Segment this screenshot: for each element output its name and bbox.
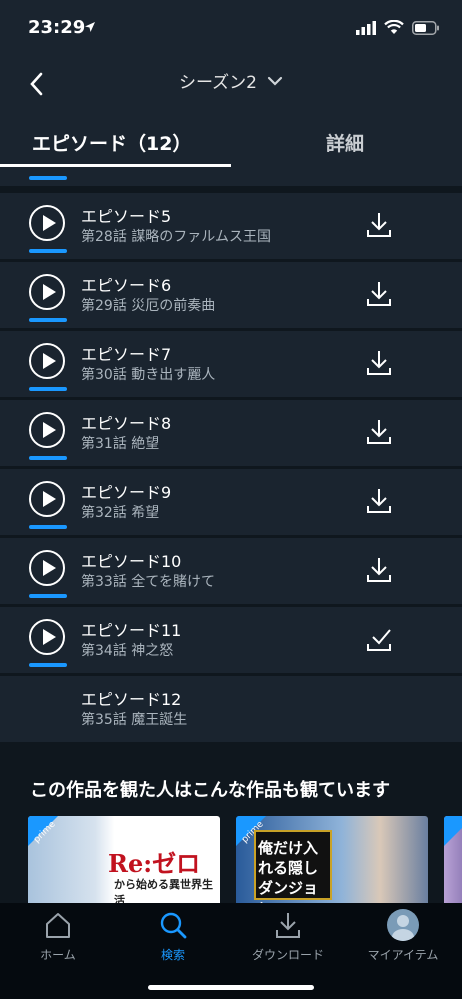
episode-subtitle: 第35話 魔王誕生 [81, 712, 188, 728]
avatar [387, 909, 419, 941]
episode-row-partial[interactable] [0, 168, 462, 186]
season-label: シーズン2 [179, 73, 257, 93]
episode-title: エピソード7 [81, 345, 172, 364]
tab-bar-top: エピソード（12） 詳細 [0, 118, 462, 168]
header: シーズン2 エピソード（12） 詳細 [0, 60, 462, 168]
episode-row[interactable]: エピソード12 第35話 魔王誕生 [0, 676, 462, 742]
home-indicator [148, 985, 314, 990]
tab-search[interactable]: 検索 [128, 908, 218, 963]
tab-home[interactable]: ホーム [13, 908, 103, 963]
progress-bar [29, 456, 67, 460]
play-icon[interactable] [29, 274, 65, 310]
episode-title: エピソード9 [81, 483, 172, 502]
play-icon[interactable] [29, 205, 65, 241]
recommendation-card[interactable]: prime 俺だけ入れる隠しダンジョン [236, 816, 428, 906]
tab-my-items[interactable]: マイアイテム [358, 908, 448, 963]
tab-active-indicator [0, 164, 231, 167]
wifi-icon [384, 20, 404, 34]
status-bar: 23:29 [0, 0, 462, 60]
play-icon[interactable] [29, 343, 65, 379]
episode-list[interactable]: エピソード5 第28話 謀略のファルムス王国 エピソード6 第29話 災厄の前奏… [0, 168, 462, 743]
progress-bar [29, 525, 67, 529]
season-selector[interactable]: シーズン2 [0, 68, 462, 93]
recommendation-card-partial[interactable] [444, 816, 462, 906]
battery-icon [412, 20, 439, 35]
episode-subtitle: 第32話 希望 [81, 505, 160, 521]
card-logo: Re:ゼロ [108, 849, 201, 878]
tab-label: 検索 [160, 948, 185, 962]
bottom-tab-bar: ホーム 検索 ダウンロード マイアイテム [0, 903, 462, 999]
episode-subtitle: 第28話 謀略のファルムス王国 [81, 229, 271, 245]
tab-download[interactable]: ダウンロード [243, 908, 333, 963]
download-icon[interactable] [364, 555, 394, 585]
status-time: 23:29 [28, 17, 86, 38]
episode-row[interactable]: エピソード9 第32話 希望 [0, 469, 462, 535]
episode-row[interactable]: エピソード11 第34話 神之怒 [0, 607, 462, 673]
play-icon[interactable] [29, 619, 65, 655]
recommendation-card[interactable]: prime Re:ゼロ から始める異世界生活 [28, 816, 220, 906]
download-icon[interactable] [364, 417, 394, 447]
recommendations-section: この作品を観た人はこんな作品も観ています prime Re:ゼロ から始める異世… [0, 743, 462, 906]
tab-label: ダウンロード [251, 948, 324, 962]
progress-bar [29, 249, 67, 253]
download-icon[interactable] [364, 210, 394, 240]
cellular-signal-icon [356, 20, 376, 35]
location-arrow-icon [85, 22, 95, 32]
card-subtitle: から始める異世界生活 [114, 878, 213, 906]
recommendations-title: この作品を観た人はこんな作品も観ています [30, 780, 390, 801]
play-icon[interactable] [29, 550, 65, 586]
episode-row[interactable]: エピソード6 第29話 災厄の前奏曲 [0, 262, 462, 328]
progress-bar [29, 176, 67, 180]
progress-bar [29, 318, 67, 322]
play-icon[interactable] [29, 412, 65, 448]
episode-title: エピソード12 [81, 690, 182, 709]
tab-label: マイアイテム [367, 948, 439, 962]
episode-subtitle: 第30話 動き出す麗人 [81, 367, 216, 383]
episode-subtitle: 第29話 災厄の前奏曲 [81, 298, 216, 314]
progress-bar [29, 663, 67, 667]
search-icon [160, 912, 187, 939]
episode-title: エピソード8 [81, 414, 172, 433]
episode-row[interactable]: エピソード8 第31話 絶望 [0, 400, 462, 466]
home-icon [46, 913, 70, 938]
episode-row[interactable]: エピソード7 第30話 動き出す麗人 [0, 331, 462, 397]
prime-badge [444, 816, 462, 846]
episode-title: エピソード5 [81, 207, 172, 226]
episode-row[interactable]: エピソード5 第28話 謀略のファルムス王国 [0, 193, 462, 259]
tab-label: ホーム [40, 948, 76, 962]
episode-title: エピソード6 [81, 276, 172, 295]
play-icon[interactable] [29, 481, 65, 517]
download-icon[interactable] [364, 486, 394, 516]
episode-subtitle: 第33話 全てを賭けて [81, 574, 215, 590]
card-logo: 俺だけ入れる隠しダンジョン [258, 839, 319, 906]
episode-subtitle: 第31話 絶望 [81, 436, 160, 452]
progress-bar [29, 594, 67, 598]
episode-title: エピソード11 [81, 621, 182, 640]
episode-row[interactable]: エピソード10 第33話 全てを賭けて [0, 538, 462, 604]
chevron-down-icon [267, 76, 283, 86]
progress-bar [29, 387, 67, 391]
episode-title: エピソード10 [81, 552, 182, 571]
checkmark-icon[interactable] [364, 624, 394, 654]
tab-episodes[interactable]: エピソード（12） [32, 118, 191, 166]
download-icon[interactable] [364, 279, 394, 309]
download-icon[interactable] [364, 348, 394, 378]
episode-subtitle: 第34話 神之怒 [81, 643, 174, 659]
download-icon [276, 913, 300, 938]
tab-details[interactable]: 詳細 [326, 118, 364, 166]
